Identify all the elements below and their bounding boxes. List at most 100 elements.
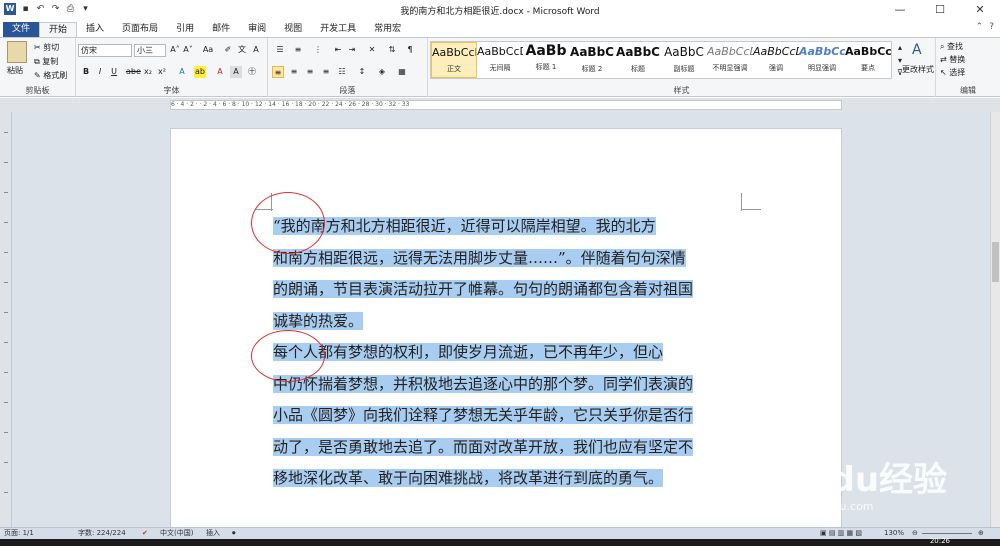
show-marks-icon[interactable]: ¶ — [404, 44, 416, 56]
text-effects-icon[interactable]: A — [176, 66, 188, 78]
font-size-select[interactable]: 小三 — [134, 44, 166, 57]
line-spacing-icon[interactable]: ↕ — [356, 66, 368, 78]
format-painter-button[interactable]: ✎ 格式刷 — [34, 70, 67, 81]
zoom-slider[interactable] — [922, 533, 972, 534]
justify-icon[interactable]: ≡ — [320, 66, 332, 78]
distributed-icon[interactable]: ☷ — [336, 66, 348, 78]
selected-text[interactable]: 移地深化改革、敢于向困难挑战，将改革进行到底的勇气。 — [273, 469, 664, 487]
proofing-icon[interactable]: ✔ — [142, 528, 148, 539]
selected-text[interactable]: 中仍怀揣着梦想，并积极地去追逐心中的那个梦。同学们表演的 — [273, 374, 694, 393]
style-item[interactable]: AaBbCcDc 正文 — [431, 42, 477, 78]
text-line[interactable]: 中仍怀揣着梦想，并积极地去追逐心中的那个梦。同学们表演的 — [273, 369, 743, 401]
find-button[interactable]: ⌕ 查找 — [940, 41, 963, 52]
align-right-icon[interactable]: ≡ — [304, 66, 316, 78]
style-item[interactable]: AaBbCcDc 无间隔 — [477, 42, 523, 78]
selected-text[interactable]: 动了，是否勇敢地去追了。而面对改革开放，我们也应有坚定不 — [273, 437, 694, 456]
underline-icon[interactable]: U — [108, 66, 120, 78]
selected-text[interactable]: 每个人都有梦想的权利，即使岁月流逝，已不再年少，但心 — [273, 343, 664, 361]
tab-mailings[interactable]: 邮件 — [203, 22, 239, 37]
close-icon[interactable]: ✕ — [960, 0, 1000, 20]
word-count[interactable]: 字数: 224/224 — [78, 528, 126, 539]
grow-font-icon[interactable]: A˄ — [169, 44, 181, 56]
align-center-icon[interactable]: ≡ — [288, 66, 300, 78]
zoom-in-icon[interactable]: ⊕ — [978, 528, 984, 539]
tab-review[interactable]: 审阅 — [239, 22, 275, 37]
minimize-icon[interactable]: — — [880, 0, 920, 20]
char-shading-icon[interactable]: A — [230, 66, 242, 78]
scrollbar-thumb[interactable] — [992, 242, 999, 282]
vertical-ruler[interactable] — [0, 112, 12, 527]
highlight-icon[interactable]: ab — [194, 66, 206, 78]
document-area[interactable]: “我的南方和北方相距很近，近得可以隔岸相望。我的北方 和南方相距很远，远得无法用… — [12, 112, 990, 546]
clear-format-icon[interactable]: ✐ — [222, 44, 234, 56]
tab-file[interactable]: 文件 — [3, 22, 40, 37]
superscript-icon[interactable]: x² — [156, 66, 168, 78]
change-styles-icon[interactable]: A — [912, 42, 922, 58]
style-item[interactable]: AaBbC 副标题 — [661, 42, 707, 78]
char-border-icon[interactable]: A — [250, 44, 262, 56]
page-count[interactable]: 页面: 1/1 — [4, 528, 34, 539]
tab-home[interactable]: 开始 — [39, 22, 78, 37]
bullets-icon[interactable]: ☰ — [274, 44, 286, 56]
styles-scroll-up-icon[interactable]: ▴ — [894, 43, 906, 52]
language-indicator[interactable]: 中文(中国) — [160, 528, 193, 539]
maximize-icon[interactable]: ☐ — [920, 0, 960, 20]
selected-text[interactable]: “我的南方和北方相距很近，近得可以隔岸相望。我的北方 — [273, 217, 656, 235]
shading-icon[interactable]: ◈ — [376, 66, 388, 78]
style-item[interactable]: AaBb 标题 1 — [523, 42, 569, 78]
font-color-icon[interactable]: A — [214, 66, 226, 78]
tab-view[interactable]: 视图 — [275, 22, 311, 37]
text-line[interactable]: 诚挚的热爱。 — [273, 306, 743, 338]
sort-icon[interactable]: ⇅ — [386, 44, 398, 56]
selected-text[interactable]: 小品《圆梦》向我们诠释了梦想无关乎年龄，它只关乎你是否行 — [273, 406, 694, 424]
style-item[interactable]: AaBbC 标题 — [615, 42, 661, 78]
italic-icon[interactable]: I — [94, 66, 106, 78]
style-item[interactable]: AaBbCcDc 要点 — [845, 42, 891, 78]
help-icon[interactable]: ? — [989, 22, 994, 32]
phonetic-guide-icon[interactable]: 文 — [236, 44, 248, 56]
change-styles-button[interactable]: 更改样式 — [902, 64, 934, 75]
style-item[interactable]: AaBbCcDc 不明显强调 — [707, 42, 753, 78]
insert-mode[interactable]: 插入 — [206, 528, 220, 539]
zoom-out-icon[interactable]: ⊖ — [912, 528, 918, 539]
tab-references[interactable]: 引用 — [167, 22, 203, 37]
style-item[interactable]: AaBbCcDc 明显强调 — [799, 42, 845, 78]
increase-indent-icon[interactable]: ⇥ — [346, 44, 358, 56]
tab-macros[interactable]: 常用宏 — [365, 22, 410, 37]
vertical-scrollbar[interactable] — [990, 112, 1000, 527]
style-item[interactable]: AaBbCcDc 强调 — [753, 42, 799, 78]
zoom-level[interactable]: 130% — [884, 528, 904, 539]
change-case-icon[interactable]: Aa — [202, 44, 214, 56]
paste-button[interactable]: 粘贴 — [7, 65, 23, 76]
horizontal-ruler[interactable]: 6 · 4 · 2 · · 2 · 4 · 6 · 8 · 10 · 12 · … — [170, 100, 842, 110]
document-body[interactable]: “我的南方和北方相距很近，近得可以隔岸相望。我的北方 和南方相距很远，远得无法用… — [273, 211, 743, 495]
tab-insert[interactable]: 插入 — [77, 22, 113, 37]
macro-record-icon[interactable]: ⏺ — [232, 528, 236, 539]
selected-text[interactable]: 和南方相距很远，远得无法用脚步丈量……”。伴随着句句深情 — [273, 248, 686, 267]
view-buttons[interactable]: ▣ ▤ ▥ ▦ ▧ — [820, 528, 862, 539]
text-line[interactable]: 移地深化改革、敢于向困难挑战，将改革进行到底的勇气。 — [273, 463, 743, 495]
text-line[interactable]: “我的南方和北方相距很近，近得可以隔岸相望。我的北方 — [273, 211, 743, 243]
shrink-font-icon[interactable]: A˅ — [182, 44, 194, 56]
paste-icon[interactable] — [7, 41, 27, 63]
text-line[interactable]: 和南方相距很远，远得无法用脚步丈量……”。伴随着句句深情 — [273, 243, 743, 275]
cut-button[interactable]: ✂ 剪切 — [34, 42, 59, 53]
subscript-icon[interactable]: x₂ — [142, 66, 154, 78]
decrease-indent-icon[interactable]: ⇤ — [332, 44, 344, 56]
copy-button[interactable]: ⧉ 复制 — [34, 56, 58, 67]
document-page[interactable]: “我的南方和北方相距很近，近得可以隔岸相望。我的北方 和南方相距很远，远得无法用… — [170, 128, 842, 546]
align-left-icon[interactable]: ≡ — [272, 66, 284, 78]
text-line[interactable]: 动了，是否勇敢地去追了。而面对改革开放，我们也应有坚定不 — [273, 432, 743, 464]
text-line[interactable]: 的朗诵，节目表演活动拉开了帷幕。句句的朗诵都包含着对祖国 — [273, 274, 743, 306]
text-line[interactable]: 小品《圆梦》向我们诠释了梦想无关乎年龄，它只关乎你是否行 — [273, 400, 743, 432]
replace-button[interactable]: ⇄ 替换 — [940, 54, 965, 65]
selected-text[interactable]: 的朗诵，节目表演活动拉开了帷幕。句句的朗诵都包含着对祖国 — [273, 280, 694, 298]
text-line[interactable]: 每个人都有梦想的权利，即使岁月流逝，已不再年少，但心 — [273, 337, 743, 369]
tab-page-layout[interactable]: 页面布局 — [113, 22, 167, 37]
borders-icon[interactable]: ▦ — [396, 66, 408, 78]
tab-developer[interactable]: 开发工具 — [311, 22, 365, 37]
multilevel-list-icon[interactable]: ⋮ — [312, 44, 324, 56]
font-name-select[interactable]: 仿宋 — [78, 44, 132, 57]
selected-text[interactable]: 诚挚的热爱。 — [273, 311, 364, 330]
enclose-char-icon[interactable]: ㊉ — [246, 66, 258, 78]
